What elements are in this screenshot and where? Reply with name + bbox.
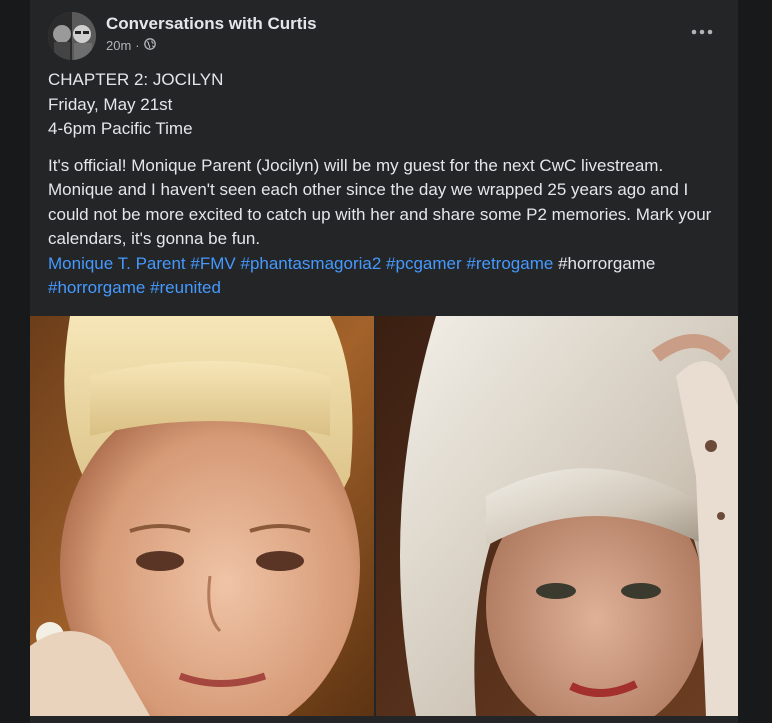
meta-separator: ·: [135, 38, 140, 53]
post-photo-left[interactable]: [30, 316, 374, 716]
page-avatar[interactable]: [48, 12, 96, 60]
post-tags: Monique T. Parent #FMV #phantasmagoria2 …: [48, 252, 728, 301]
post-meta: 20m ·: [106, 38, 156, 53]
feed-page: Conversations with Curtis 20m · CHAPTER …: [0, 0, 772, 723]
post-header: Conversations with Curtis 20m ·: [48, 12, 720, 60]
tag-mention-monique[interactable]: Monique T. Parent: [48, 254, 186, 273]
hashtag-horrorgame-plain[interactable]: #horrorgame: [558, 254, 655, 273]
post-time[interactable]: 20m: [106, 38, 131, 53]
post-line-time: 4-6pm Pacific Time: [48, 119, 193, 138]
post-line-title: CHAPTER 2: JOCILYN: [48, 70, 224, 89]
post-body: It's official! Monique Parent (Jocilyn) …: [48, 155, 712, 249]
post-card: Conversations with Curtis 20m · CHAPTER …: [30, 0, 738, 723]
hashtag-pcgamer[interactable]: #pcgamer: [386, 254, 462, 273]
page-name-link[interactable]: Conversations with Curtis: [106, 14, 317, 34]
hashtag-fmv[interactable]: #FMV: [190, 254, 235, 273]
post-photo-right[interactable]: [376, 316, 738, 716]
post-text: CHAPTER 2: JOCILYN Friday, May 21st 4-6p…: [48, 68, 728, 301]
hashtag-reunited[interactable]: #reunited: [150, 278, 221, 297]
hashtag-horrorgame[interactable]: #horrorgame: [48, 278, 145, 297]
more-options-icon[interactable]: [688, 20, 716, 44]
hashtag-phantasmagoria2[interactable]: #phantasmagoria2: [240, 254, 381, 273]
globe-icon: [143, 38, 156, 53]
post-line-date: Friday, May 21st: [48, 94, 173, 114]
hashtag-retrogame[interactable]: #retrogame: [466, 254, 553, 273]
